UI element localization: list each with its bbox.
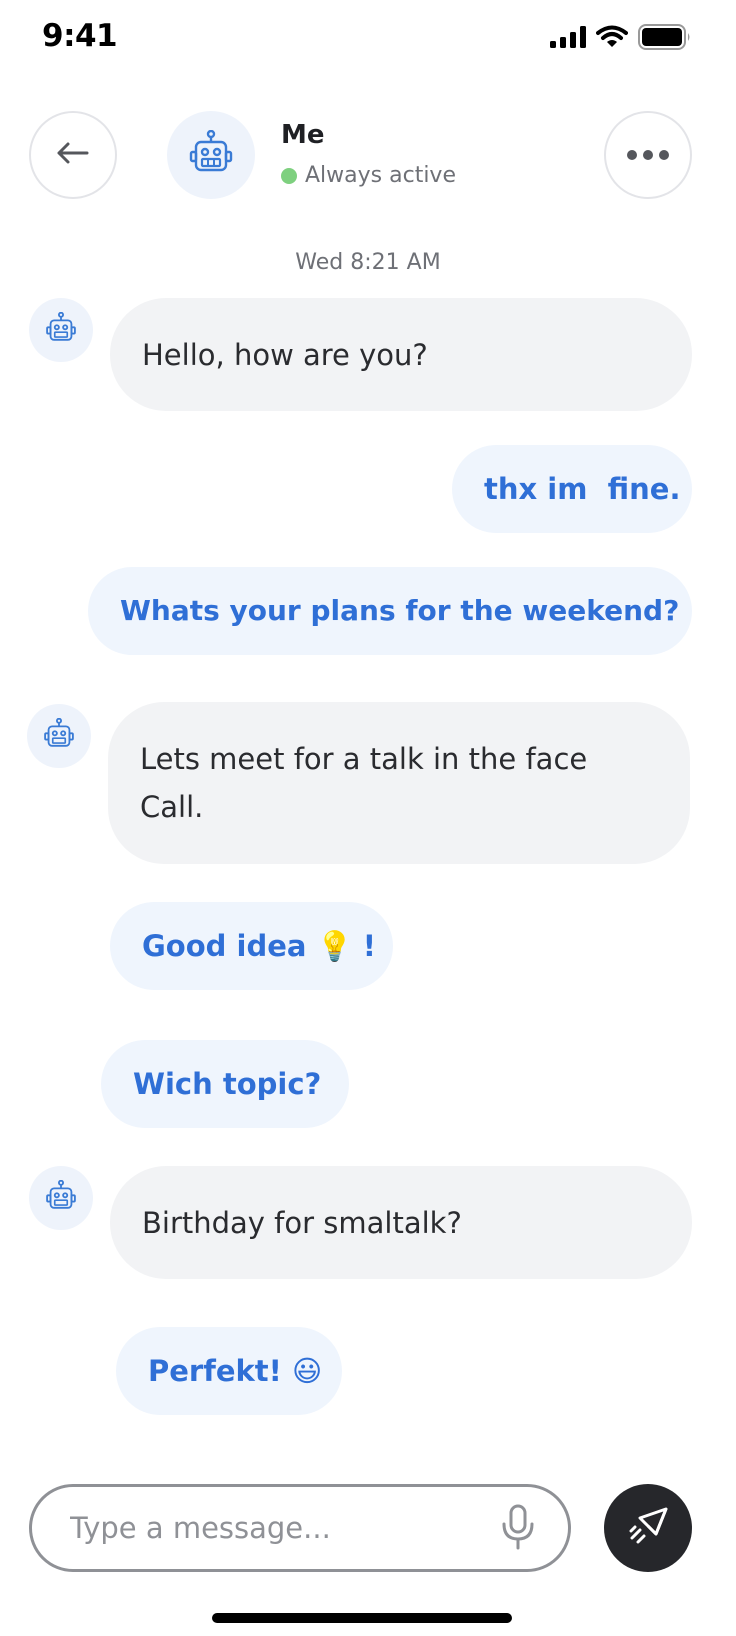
status-icons xyxy=(550,24,692,54)
wifi-icon xyxy=(596,25,628,53)
contact-avatar[interactable] xyxy=(167,111,255,199)
more-options-button[interactable] xyxy=(604,111,692,199)
message-composer xyxy=(29,1484,571,1572)
robot-icon xyxy=(45,311,77,348)
message-text: Lets meet for a talk in the face Call. xyxy=(140,742,588,824)
message-bubble-outgoing[interactable]: Perfekt! 😃 xyxy=(116,1327,342,1415)
message-avatar xyxy=(29,1166,93,1230)
robot-icon xyxy=(43,717,75,754)
message-text: Hello, how are you? xyxy=(142,337,428,372)
back-button[interactable] xyxy=(29,111,117,199)
send-button[interactable] xyxy=(604,1484,692,1572)
message-input[interactable] xyxy=(70,1511,450,1545)
robot-icon xyxy=(188,129,234,180)
contact-status-label: Always active xyxy=(305,163,456,188)
message-text: Birthday for smaltalk? xyxy=(142,1205,462,1240)
message-bubble-outgoing[interactable]: Wich topic? xyxy=(101,1040,349,1128)
message-bubble-outgoing[interactable]: thx im fine. xyxy=(452,445,692,533)
voice-record-button[interactable] xyxy=(496,1503,540,1555)
contact-name: Me xyxy=(281,120,325,150)
home-indicator xyxy=(212,1613,512,1623)
message-bubble-incoming[interactable]: Birthday for smaltalk? xyxy=(110,1166,692,1279)
message-text: Wich topic? xyxy=(133,1067,322,1101)
chat-timestamp: Wed 8:21 AM xyxy=(295,250,441,275)
message-avatar xyxy=(29,298,93,362)
message-avatar xyxy=(27,704,91,768)
send-icon xyxy=(626,1504,670,1552)
chat-screen: 9:41 Me Always active Wed 8:21 AM Hello,… xyxy=(0,0,736,1636)
cellular-signal-icon xyxy=(550,26,586,52)
arrow-left-icon xyxy=(53,133,93,177)
message-bubble-incoming[interactable]: Lets meet for a talk in the face Call. xyxy=(108,702,690,864)
message-text: Perfekt! 😃 xyxy=(148,1354,323,1388)
battery-icon xyxy=(638,24,692,54)
robot-icon xyxy=(45,1179,77,1216)
message-bubble-outgoing[interactable]: Good idea 💡 ! xyxy=(110,902,393,990)
microphone-icon xyxy=(500,1504,536,1554)
message-text: thx im fine. xyxy=(484,472,681,506)
message-text: Good idea 💡 ! xyxy=(142,929,376,963)
status-time: 9:41 xyxy=(42,18,118,54)
message-bubble-incoming[interactable]: Hello, how are you? xyxy=(110,298,692,411)
online-indicator xyxy=(281,167,297,184)
message-text: Whats your plans for the weekend? xyxy=(120,594,680,627)
message-bubble-outgoing[interactable]: Whats your plans for the weekend? xyxy=(88,567,692,655)
more-horizontal-icon xyxy=(626,146,670,165)
contact-status: Always active xyxy=(281,163,456,188)
